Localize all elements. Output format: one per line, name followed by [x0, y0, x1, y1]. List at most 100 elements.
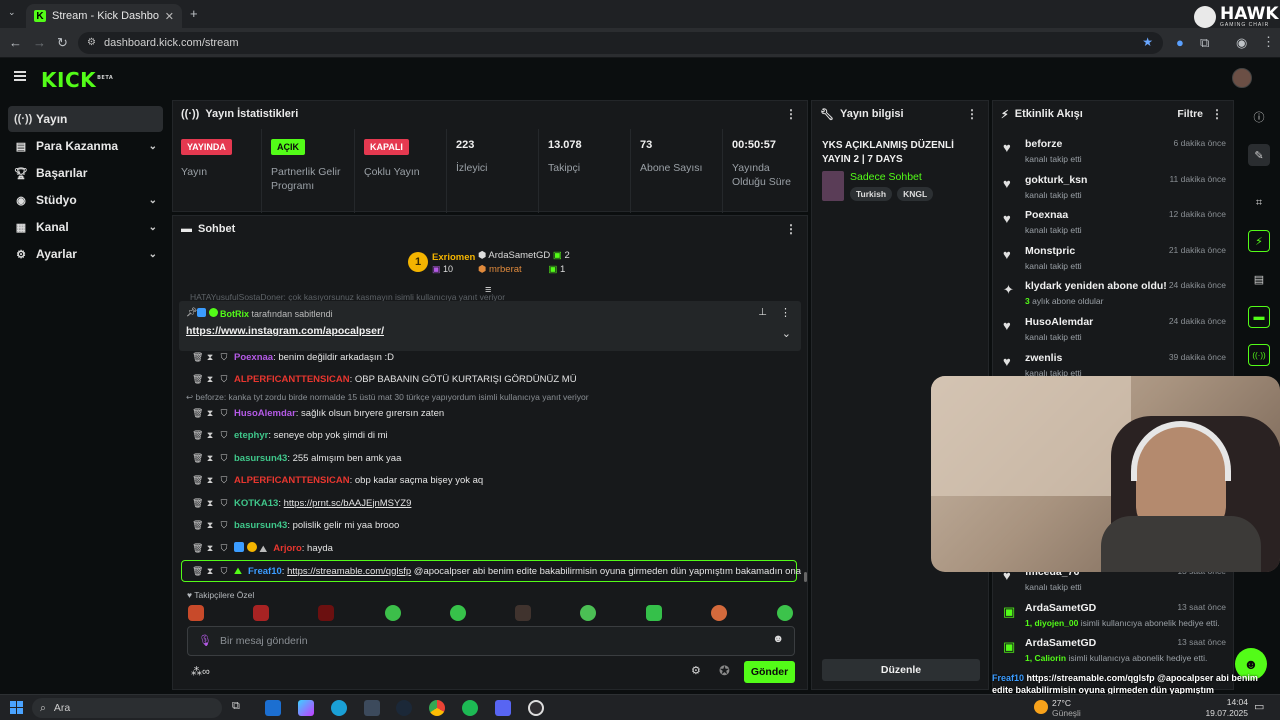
- chat-message[interactable]: 🗑︎ ⧗ ⛉ basursun43: polislik gelir mi yaa b…: [192, 516, 399, 534]
- timeout-icon[interactable]: ⧗: [206, 352, 214, 363]
- tab-search-icon[interactable]: ⌄: [8, 8, 16, 17]
- timeout-icon[interactable]: ⧗: [206, 453, 214, 464]
- back-icon[interactable]: ←: [9, 36, 22, 49]
- browser-tab[interactable]: K Stream - Kick Dashboard ✕: [26, 4, 182, 28]
- sidebar-item-studyo[interactable]: ◉ Stüdyo ⌄: [8, 187, 163, 213]
- stream-tag[interactable]: Turkish: [850, 187, 893, 201]
- emote[interactable]: [450, 605, 466, 621]
- tab-close-icon[interactable]: ✕: [165, 10, 174, 23]
- emote[interactable]: [253, 605, 269, 621]
- timeout-icon[interactable]: ⧗: [206, 408, 214, 419]
- pinned-link[interactable]: https://www.instagram.com/apocalpser/: [186, 325, 384, 337]
- delete-icon[interactable]: 🗑︎: [192, 498, 203, 509]
- timeout-icon[interactable]: ⧗: [206, 430, 214, 441]
- timeout-icon[interactable]: ⧗: [206, 520, 214, 531]
- delete-icon[interactable]: 🗑︎: [192, 566, 203, 577]
- ban-icon[interactable]: ⛉: [220, 453, 228, 464]
- chat-message[interactable]: 🗑︎ ⧗ ⛉ KOTKA13: https://prnt.sc/bAAJEjnMSY…: [192, 494, 411, 512]
- store-icon[interactable]: [364, 700, 380, 716]
- emote[interactable]: [515, 605, 531, 621]
- chat-input[interactable]: 🎙︎ Bir mesaj gönderin ☻: [187, 626, 795, 656]
- chat-message[interactable]: 🗑︎ ⧗ ⛉ ⛰ Freaf10: https://streamable.com/q…: [192, 562, 801, 580]
- chat-tools-icon[interactable]: ⁂∞: [191, 665, 210, 678]
- timeout-icon[interactable]: ⧗: [206, 566, 214, 577]
- discord-icon[interactable]: [495, 700, 511, 716]
- chat-message[interactable]: 🗑︎ ⧗ ⛉ ALPERFICANTTENSICAN: obp kadar saçm…: [192, 471, 483, 489]
- sidebar-item-basarilar[interactable]: 🏆︎ Başarılar: [8, 160, 163, 186]
- ban-icon[interactable]: ⛉: [220, 352, 228, 363]
- ban-icon[interactable]: ⛉: [220, 498, 228, 509]
- notification-icon[interactable]: ▭: [1254, 700, 1264, 713]
- stream-tag[interactable]: KNGL: [897, 187, 934, 201]
- stats-menu-icon[interactable]: ⋮: [785, 107, 797, 121]
- stream-info-menu-icon[interactable]: ⋮: [966, 107, 978, 121]
- steam-icon[interactable]: [396, 700, 412, 716]
- delete-icon[interactable]: 🗑︎: [192, 352, 203, 363]
- timeout-icon[interactable]: ⧗: [206, 374, 214, 385]
- delete-icon[interactable]: 🗑︎: [192, 430, 203, 441]
- chat-message[interactable]: 🗑︎ ⧗ ⛉ ALPERFICANTTENSICAN: OBP BABANIN GÖ…: [192, 370, 577, 388]
- delete-icon[interactable]: 🗑︎: [192, 475, 203, 486]
- emote[interactable]: [580, 605, 596, 621]
- activity-menu-icon[interactable]: ⋮: [1211, 107, 1223, 121]
- sidebar-item-kanal[interactable]: ▦ Kanal ⌄: [8, 214, 163, 240]
- emote[interactable]: [385, 605, 401, 621]
- chat-message[interactable]: 🗑︎ ⧗ ⛉ Poexnaa: benim değildir arkadaşın :…: [192, 348, 394, 366]
- chat-link[interactable]: https://streamable.com/qglsfp: [287, 566, 411, 577]
- weather-widget[interactable]: 27°C Güneşli: [1034, 697, 1124, 719]
- info-icon[interactable]: ⓘ: [1248, 106, 1270, 128]
- extension-icon[interactable]: ●: [1176, 36, 1184, 49]
- delete-icon[interactable]: 🗑︎: [192, 520, 203, 531]
- emote[interactable]: [777, 605, 793, 621]
- chrome-icon[interactable]: [429, 700, 445, 716]
- unpin-icon[interactable]: ⊥: [758, 307, 767, 318]
- extensions-puzzle-icon[interactable]: ⧉: [1200, 36, 1209, 49]
- notes-icon[interactable]: ▤: [1248, 268, 1270, 290]
- pinned-menu-icon[interactable]: ⋮: [780, 306, 791, 319]
- delete-icon[interactable]: 🗑︎: [192, 453, 203, 464]
- clock[interactable]: 14:04 19.07.2025: [1200, 697, 1248, 719]
- kick-logo[interactable]: KICKBETA: [41, 68, 113, 92]
- edge-icon[interactable]: [331, 700, 347, 716]
- reload-icon[interactable]: ↻: [57, 36, 68, 49]
- emote[interactable]: [188, 605, 204, 621]
- ban-icon[interactable]: ⛉: [220, 566, 228, 577]
- outlook-icon[interactable]: [265, 700, 281, 716]
- emote[interactable]: [318, 605, 334, 621]
- chat-scrollbar[interactable]: [804, 572, 807, 582]
- obs-icon[interactable]: [528, 700, 544, 716]
- timeout-icon[interactable]: ⧗: [206, 475, 214, 486]
- sidebar-item-ayarlar[interactable]: ⚙ Ayarlar ⌄: [8, 241, 163, 267]
- emote[interactable]: [646, 605, 662, 621]
- windows-start-icon[interactable]: [10, 701, 23, 714]
- ban-icon[interactable]: ⛉: [220, 430, 228, 441]
- expand-chevron-icon[interactable]: ⌄: [782, 327, 791, 340]
- spotify-icon[interactable]: [462, 700, 478, 716]
- hamburger-menu-icon[interactable]: [14, 71, 26, 81]
- chat-message[interactable]: 🗑︎ ⧗ ⛉ basursun43: 255 almışım ben amk yaa: [192, 449, 401, 467]
- browser-menu-icon[interactable]: ⋮: [1262, 35, 1275, 48]
- chat-menu-icon[interactable]: ⋮: [785, 222, 797, 236]
- forward-icon[interactable]: →: [33, 36, 46, 49]
- delete-icon[interactable]: 🗑︎: [192, 543, 203, 554]
- chat-message[interactable]: 🗑︎ ⧗ ⛉ ⛰ Arjoro: hayda: [192, 539, 333, 557]
- site-info-icon[interactable]: ⚙: [87, 37, 96, 48]
- pinned-message[interactable]: 📌︎ BotRix tarafından sabitlendi https://…: [179, 301, 801, 351]
- bookmark-star-icon[interactable]: ★: [1142, 35, 1153, 49]
- emote[interactable]: [711, 605, 727, 621]
- profile-avatar-icon[interactable]: ◉: [1236, 36, 1247, 49]
- activity-filter-button[interactable]: Filtre: [1177, 108, 1203, 120]
- delete-icon[interactable]: 🗑︎: [192, 374, 203, 385]
- timeout-icon[interactable]: ⧗: [206, 498, 214, 509]
- new-tab-icon[interactable]: +: [190, 7, 198, 20]
- delete-icon[interactable]: 🗑︎: [192, 408, 203, 419]
- lightning-icon[interactable]: ⚡︎: [1248, 230, 1270, 252]
- ban-icon[interactable]: ⛉: [220, 374, 228, 385]
- taskbar-search[interactable]: ⌕ Ara: [32, 698, 222, 718]
- chat-icon[interactable]: ▬: [1248, 306, 1270, 328]
- chat-leaderboard[interactable]: 1 Exriomen ▣ 10 ⬢ ArdaSametGD ▣ 2 ⬢ mrbe…: [408, 250, 588, 280]
- pencil-icon[interactable]: ✎: [1248, 144, 1270, 166]
- chat-badge-icon[interactable]: ✪: [719, 663, 730, 679]
- sidebar-item-para-kazanma[interactable]: ▤ Para Kazanma ⌄: [8, 133, 163, 159]
- capture-icon[interactable]: ⌗: [1248, 192, 1270, 214]
